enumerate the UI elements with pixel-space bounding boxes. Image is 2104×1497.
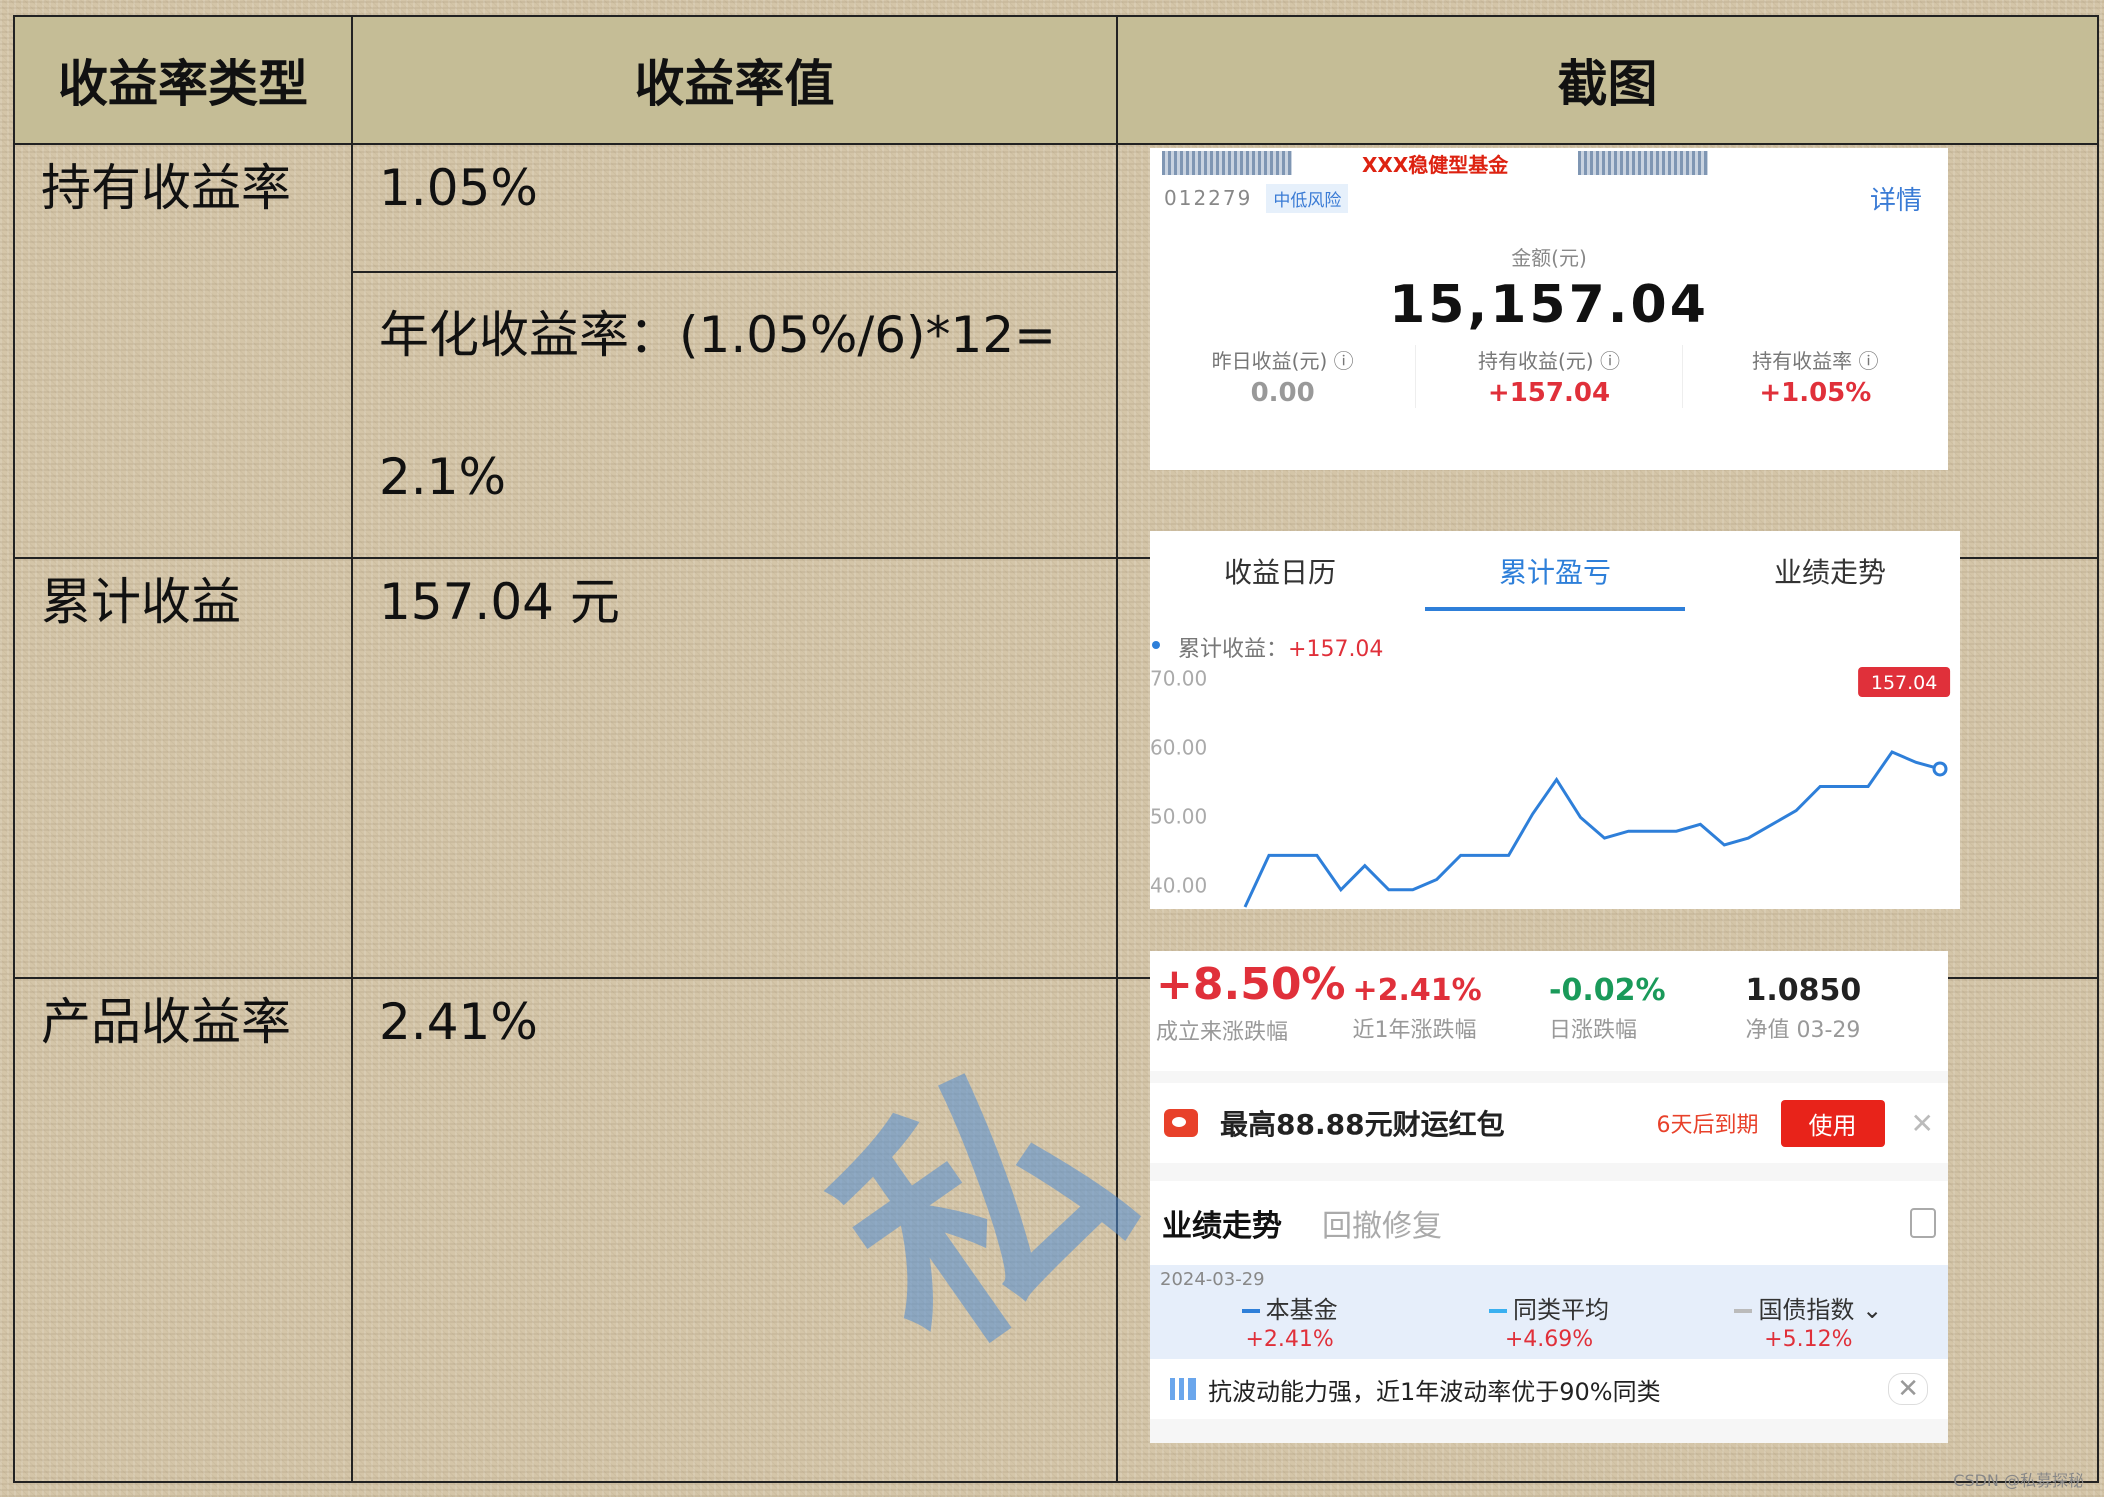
row3-type: 产品收益率: [41, 993, 291, 1051]
benchmark-name: 本基金: [1160, 1290, 1419, 1325]
benchmark-panel: 2024-03-29 本基金 +2.41% 同类平均 +4.69% 国债指数 ⌄ +5.1…: [1150, 1265, 1948, 1359]
detail-link[interactable]: 详情: [1870, 180, 1922, 217]
amount-label: 金额(元): [1511, 246, 1587, 270]
row2-type: 累计收益: [41, 573, 241, 631]
header-screenshot: 截图: [1116, 15, 2099, 145]
benchmark-name: 同类平均: [1419, 1290, 1678, 1325]
stat-value: 0.00: [1250, 378, 1315, 408]
tip-text: 抗波动能力强，近1年波动率优于90%同类: [1208, 1377, 1661, 1406]
benchmark-swatch: [1241, 1309, 1260, 1313]
end-point: [1932, 761, 1948, 777]
stat-label: 持有收益(元) ⓘ: [1478, 349, 1620, 373]
row1-type-cell: 持有收益率: [13, 143, 353, 559]
credit-text: CSDN @私募探秘: [1953, 1471, 2084, 1490]
risk-badge: 中低风险: [1266, 183, 1349, 213]
benchmark-row: 本基金 +2.41% 同类平均 +4.69% 国债指数 ⌄ +5.12%: [1160, 1290, 1938, 1352]
product-screenshot: +8.50% 成立来涨跌幅 +2.41% 近1年涨跌幅 -0.02% 日涨跌幅 1.0850…: [1150, 951, 1948, 1443]
kpi-label: 日涨跌幅: [1549, 1018, 1638, 1043]
benchmark-pct: +5.12%: [1764, 1327, 1853, 1352]
kpi-value: +2.41%: [1352, 973, 1482, 1008]
stat-item: 持有收益(元) ⓘ +157.04: [1415, 345, 1681, 408]
kpi-label: 近1年涨跌幅: [1352, 1018, 1477, 1043]
kpi-item: 1.0850 净值 03-29: [1746, 959, 1943, 1063]
cumulative-screenshot: 收益日历 累计盈亏 业绩走势 累计收益：+157.04 70.00 60.00 50.0…: [1150, 531, 1960, 909]
performance-tabs: 业绩走势 回撤修复: [1150, 1181, 1948, 1265]
row1-value2-cell: 年化收益率：(1.05%/6)*12= 2.1%: [351, 271, 1118, 559]
legend-dot-icon: [1152, 641, 1160, 649]
row3-value: 2.41%: [379, 993, 538, 1051]
holding-screenshot: XXX稳健型基金 012279 中低风险 详情 金额(元) 15,157.04 …: [1150, 148, 1948, 470]
cumulative-line-chart: 70.00 60.00 50.00 40.00 157.04: [1150, 667, 1951, 908]
stat-value: +157.04: [1487, 378, 1611, 408]
row1-type: 持有收益率: [41, 159, 291, 217]
tab-drawdown[interactable]: 回撤修复: [1322, 1201, 1442, 1245]
kpi-label: 净值 03-29: [1745, 1018, 1861, 1043]
tab-2[interactable]: 业绩走势: [1700, 531, 1960, 611]
kpi-item: +8.50% 成立来涨跌幅: [1156, 959, 1353, 1063]
row3-value-cell: 2.41%: [351, 977, 1118, 1483]
kpi-row: +8.50% 成立来涨跌幅 +2.41% 近1年涨跌幅 -0.02% 日涨跌幅 1.0850…: [1150, 951, 1948, 1071]
promo-text: 最高88.88元财运红包: [1220, 1108, 1505, 1141]
red-envelope-icon: [1164, 1109, 1198, 1137]
bar-chart-icon: [1170, 1378, 1196, 1400]
kpi-item: +2.41% 近1年涨跌幅: [1353, 959, 1550, 1063]
benchmark-date: 2024-03-29: [1160, 1269, 1265, 1290]
fund-code-row: 012279 中低风险 详情: [1150, 178, 1948, 218]
benchmark-swatch: [1734, 1309, 1753, 1313]
benchmark-item: 同类平均 +4.69%: [1419, 1290, 1678, 1352]
amount-value: 15,157.04: [1389, 275, 1709, 335]
promo-expiry: 6天后到期: [1656, 1113, 1759, 1138]
cumulative-tabs: 收益日历 累计盈亏 业绩走势: [1150, 531, 1960, 611]
kpi-item: -0.02% 日涨跌幅: [1549, 959, 1746, 1063]
kpi-value: -0.02%: [1549, 973, 1666, 1008]
blurred-block: [1162, 151, 1292, 175]
row1-annualized-result: 2.1%: [379, 448, 507, 506]
series-line: [1243, 750, 1941, 908]
benchmark-pct: +2.41%: [1245, 1327, 1334, 1352]
row3-type-cell: 产品收益率: [13, 977, 353, 1483]
header-value: 收益率值: [351, 15, 1118, 145]
stat-item: 昨日收益(元) ⓘ 0.00: [1150, 345, 1415, 408]
kpi-label: 成立来涨跌幅: [1156, 1020, 1289, 1045]
row2-value-cell: 157.04 元: [351, 557, 1118, 979]
kpi-value: 1.0850: [1745, 973, 1862, 1008]
row2-type-cell: 累计收益: [13, 557, 353, 979]
promo-banner: 最高88.88元财运红包 6天后到期 使用 ✕: [1150, 1083, 1948, 1163]
table-header-row: 收益率类型 收益率值 截图: [13, 15, 2099, 145]
tab-performance[interactable]: 业绩走势: [1162, 1201, 1282, 1245]
header-type: 收益率类型: [13, 15, 353, 145]
fund-header: XXX稳健型基金: [1150, 148, 1948, 178]
fund-code: 012279: [1164, 186, 1253, 210]
fund-name: XXX稳健型基金: [1362, 152, 1509, 177]
stat-label: 持有收益率 ⓘ: [1752, 349, 1879, 373]
stat-item: 持有收益率 ⓘ +1.05%: [1681, 345, 1948, 408]
benchmark-name: 国债指数 ⌄: [1679, 1290, 1938, 1325]
use-button[interactable]: 使用: [1780, 1099, 1885, 1147]
y-tick-label: 60.00: [1150, 736, 1207, 760]
close-icon[interactable]: ✕: [1911, 1107, 1934, 1140]
benchmark-item: 本基金 +2.41%: [1160, 1290, 1419, 1352]
callout-label: 157.04: [1871, 672, 1937, 694]
stat-value: +1.05%: [1759, 378, 1872, 408]
tab-0[interactable]: 收益日历: [1150, 531, 1410, 611]
close-icon[interactable]: ✕: [1888, 1373, 1928, 1405]
benchmark-item: 国债指数 ⌄ +5.12%: [1679, 1290, 1938, 1352]
row1-annualized-formula: 年化收益率：(1.05%/6)*12=: [379, 306, 1057, 364]
blurred-block: [1578, 151, 1709, 175]
row1-value1: 1.05%: [379, 159, 538, 217]
benchmark-pct: +4.69%: [1504, 1327, 1594, 1352]
kpi-value: +8.50%: [1156, 959, 1346, 1010]
row2-value: 157.04 元: [379, 573, 620, 631]
row1-value1-cell: 1.05%: [351, 143, 1118, 273]
y-tick-label: 70.00: [1150, 667, 1207, 691]
stat-label: 昨日收益(元) ⓘ: [1211, 349, 1354, 373]
tab-1[interactable]: 累计盈亏: [1425, 531, 1685, 611]
y-tick-label: 50.00: [1150, 804, 1207, 828]
volatility-tip: 抗波动能力强，近1年波动率优于90%同类 ✕: [1150, 1359, 1948, 1419]
stats-row: 昨日收益(元) ⓘ 0.00 持有收益(元) ⓘ +157.04 持有收益率 ⓘ +1.0…: [1150, 345, 1948, 408]
y-tick-label: 40.00: [1150, 873, 1207, 897]
copy-icon[interactable]: [1910, 1208, 1936, 1238]
benchmark-swatch: [1488, 1309, 1507, 1313]
amount-block: 金额(元) 15,157.04: [1150, 242, 1948, 335]
